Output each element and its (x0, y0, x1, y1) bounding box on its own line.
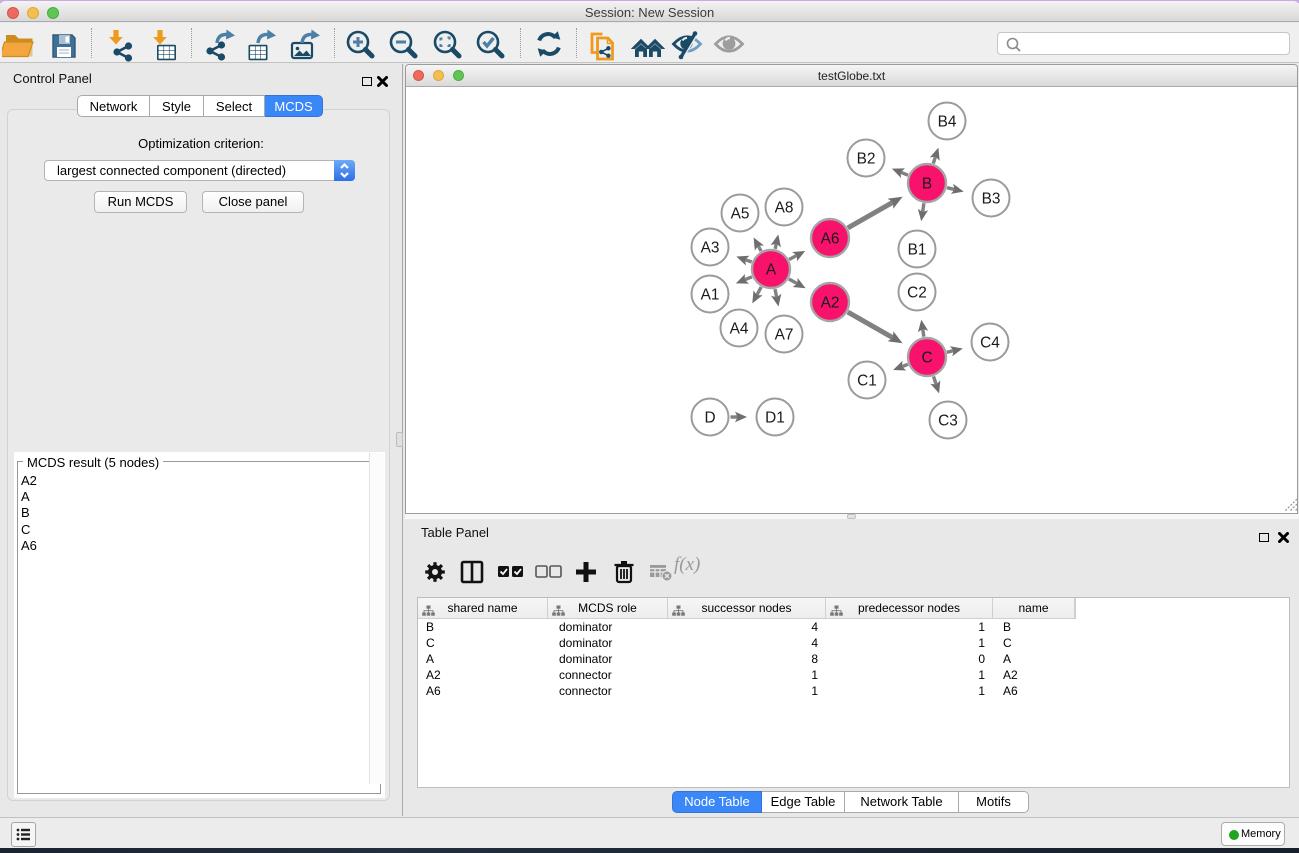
svg-text:B4: B4 (938, 114, 957, 131)
svg-text:A: A (766, 262, 777, 279)
svg-text:A7: A7 (775, 327, 794, 344)
svg-text:D: D (704, 410, 715, 427)
svg-text:C1: C1 (857, 373, 877, 390)
svg-text:D1: D1 (765, 410, 785, 427)
svg-text:A1: A1 (701, 287, 720, 304)
svg-text:A5: A5 (731, 206, 750, 223)
svg-text:C4: C4 (980, 335, 1000, 352)
svg-text:B: B (922, 176, 932, 193)
svg-text:B2: B2 (857, 151, 876, 168)
svg-text:A8: A8 (775, 200, 794, 217)
svg-text:B1: B1 (908, 242, 927, 259)
svg-text:A4: A4 (730, 321, 749, 338)
svg-text:C3: C3 (938, 413, 958, 430)
svg-text:B3: B3 (982, 191, 1001, 208)
svg-text:A6: A6 (821, 231, 840, 248)
svg-text:C2: C2 (907, 285, 927, 302)
svg-text:A3: A3 (701, 240, 720, 257)
svg-text:A2: A2 (821, 295, 840, 312)
svg-text:C: C (921, 350, 932, 367)
